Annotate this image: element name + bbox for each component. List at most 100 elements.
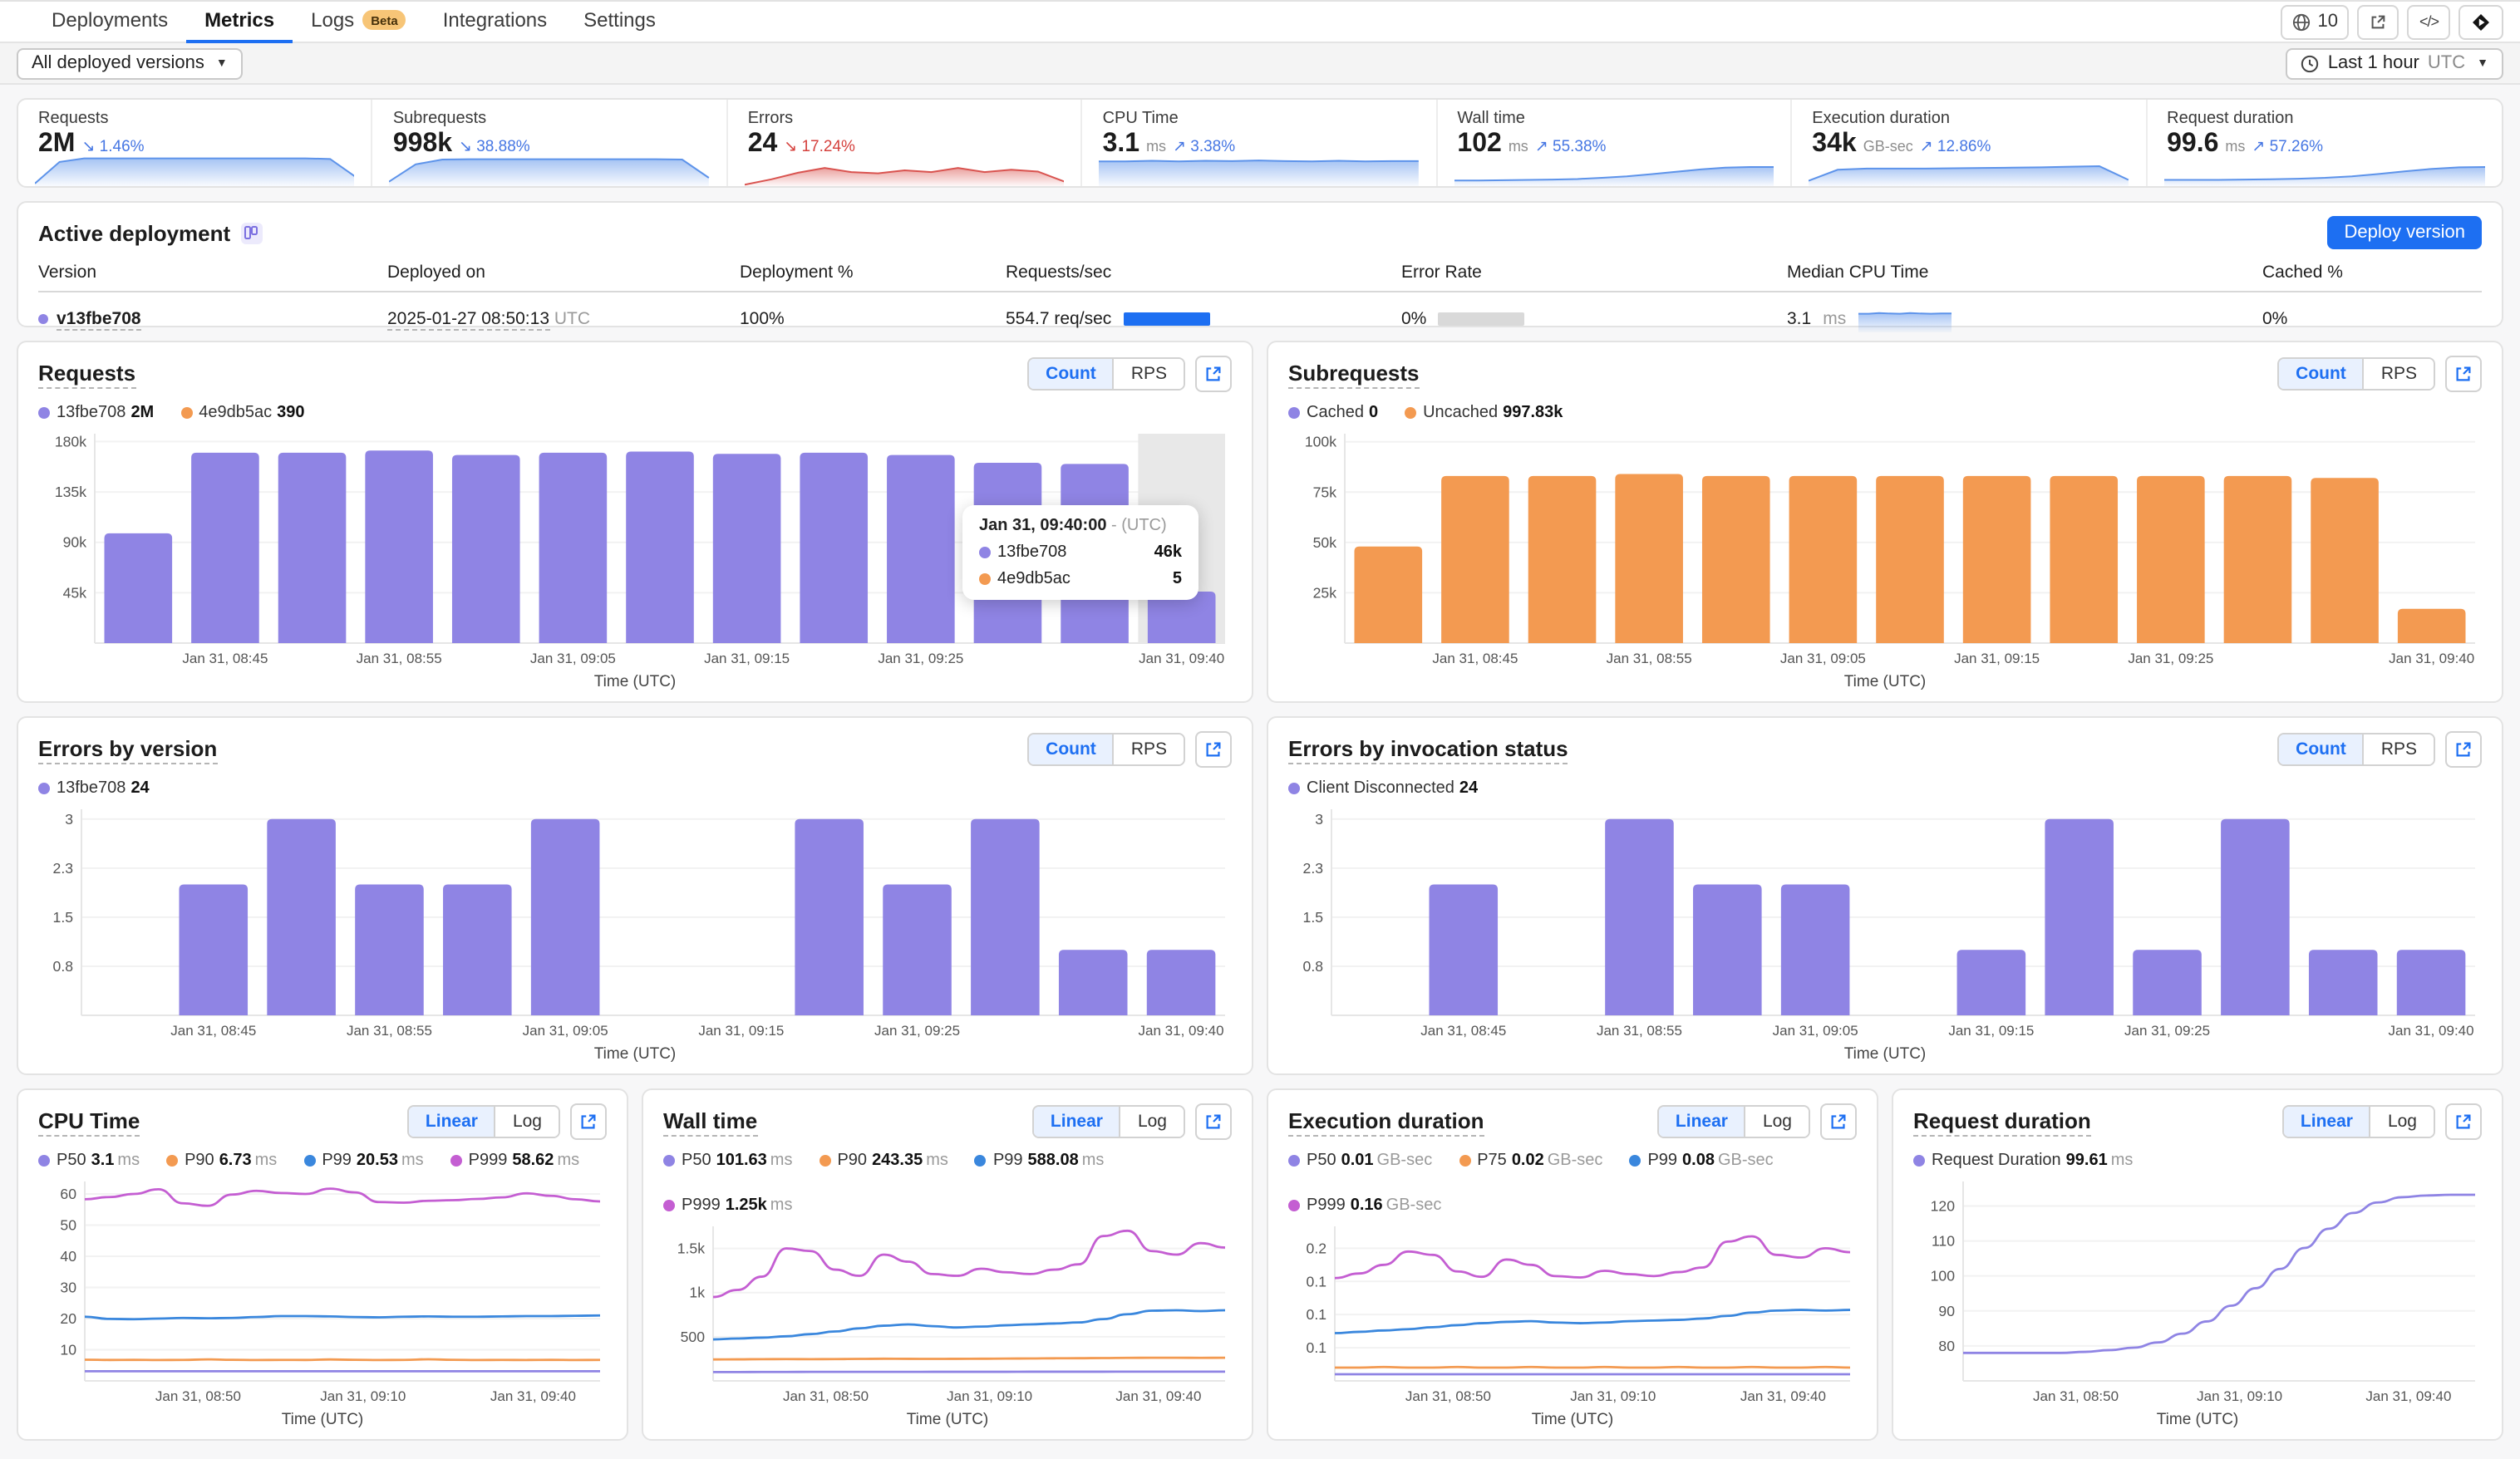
linear-log-toggle: Linear Log bbox=[1656, 1105, 1810, 1138]
expand-chart-button[interactable] bbox=[2445, 731, 2482, 768]
svg-text:Jan 31, 09:15: Jan 31, 09:15 bbox=[1948, 1023, 2034, 1039]
tooltip-series-value: 5 bbox=[1172, 570, 1182, 588]
toggle-log[interactable]: Log bbox=[1744, 1107, 1809, 1137]
tooltip-timestamp: Jan 31, 09:40:00 bbox=[979, 517, 1107, 535]
svg-text:3: 3 bbox=[65, 811, 73, 828]
toggle-linear[interactable]: Linear bbox=[1658, 1107, 1745, 1137]
median-cpu-value: 3.1 bbox=[1787, 309, 1812, 329]
tab-metrics[interactable]: Metrics bbox=[186, 0, 293, 43]
time-zone-label: UTC bbox=[2427, 53, 2466, 73]
legend-item: 13fbe708 2M bbox=[38, 404, 154, 422]
time-range-dropdown[interactable]: Last 1 hour UTC ▼ bbox=[2286, 47, 2503, 79]
svg-text:Jan 31, 08:45: Jan 31, 08:45 bbox=[1432, 651, 1518, 666]
chart-title[interactable]: Request duration bbox=[1913, 1108, 2091, 1136]
chart-plot[interactable]: 120 110 100 90 80 Jan 31, 08:50 Jan 31, 09:10 J… bbox=[1913, 1173, 2482, 1406]
chart-plot[interactable]: 60 50 40 30 20 10 Jan 31, 08:50 Jan 31, 09:10 Ja… bbox=[38, 1173, 607, 1406]
beta-badge: Beta bbox=[362, 10, 406, 30]
toggle-rps[interactable]: RPS bbox=[1112, 734, 1184, 764]
series-dot bbox=[303, 1155, 316, 1167]
chart-plot[interactable]: 1.5k 1k 500 Jan 31, 08:50 Jan 31, 09:10 Jan 3… bbox=[663, 1218, 1232, 1406]
version-link[interactable]: v13fbe708 bbox=[57, 309, 141, 331]
chart-plot[interactable]: 0.2 0.1 0.1 0.1 Jan 31, 08:50 Jan 31, 09:10 Ja… bbox=[1288, 1218, 1857, 1406]
toggle-rps[interactable]: RPS bbox=[2362, 359, 2434, 389]
toggle-log[interactable]: Log bbox=[494, 1107, 559, 1137]
stat-sparkline bbox=[1809, 153, 2129, 186]
tooltip-timezone: - (UTC) bbox=[1111, 517, 1167, 535]
expand-chart-button[interactable] bbox=[1195, 731, 1232, 768]
series-dot bbox=[38, 1155, 50, 1167]
requests-chart-card: Requests Count RPS 13fbe708 2M 4e9db5ac 390 … bbox=[17, 341, 1253, 703]
chart-title[interactable]: CPU Time bbox=[38, 1108, 140, 1136]
tab-integrations[interactable]: Integrations bbox=[425, 0, 565, 43]
series-dot bbox=[979, 547, 991, 558]
time-axis-label: Time (UTC) bbox=[593, 1045, 677, 1064]
chart-title[interactable]: Requests bbox=[38, 360, 136, 388]
deployment-info-icon[interactable] bbox=[240, 222, 263, 243]
toggle-log[interactable]: Log bbox=[1119, 1107, 1184, 1137]
svg-text:Jan 31, 08:45: Jan 31, 08:45 bbox=[182, 651, 268, 666]
tab-logs[interactable]: Logs Beta bbox=[293, 0, 425, 43]
workers-app-button[interactable] bbox=[2458, 4, 2503, 39]
chart-plot[interactable]: Jan 31, 09:40:00 - (UTC) 13fbe708 46k 4e9… bbox=[38, 425, 1232, 668]
series-dot bbox=[979, 573, 991, 585]
tab-settings[interactable]: Settings bbox=[565, 0, 674, 43]
series-dot bbox=[663, 1200, 675, 1211]
svg-text:135k: 135k bbox=[55, 484, 86, 500]
legend-item: Client Disconnected 24 bbox=[1288, 779, 1478, 798]
toggle-linear[interactable]: Linear bbox=[1033, 1107, 1120, 1137]
expand-chart-button[interactable] bbox=[1195, 1103, 1232, 1140]
globe-count: 10 bbox=[2317, 12, 2338, 32]
chart-title[interactable]: Wall time bbox=[663, 1108, 758, 1136]
svg-text:500: 500 bbox=[681, 1329, 706, 1345]
deploy-version-button[interactable]: Deploy version bbox=[2327, 216, 2482, 249]
chart-title[interactable]: Execution duration bbox=[1288, 1108, 1484, 1136]
chart-plot[interactable]: 3 2.3 1.5 0.8 Jan 31, 08:45 Jan 31, 08:55 Jan … bbox=[38, 801, 1232, 1040]
deployed-tz: UTC bbox=[554, 309, 591, 329]
chart-title[interactable]: Errors by invocation status bbox=[1288, 735, 1568, 764]
toggle-count[interactable]: Count bbox=[1029, 359, 1113, 389]
globe-count-button[interactable]: 10 bbox=[2281, 4, 2350, 39]
toggle-rps[interactable]: RPS bbox=[1112, 359, 1184, 389]
svg-text:Jan 31, 09:40: Jan 31, 09:40 bbox=[1740, 1388, 1826, 1404]
toggle-rps[interactable]: RPS bbox=[2362, 734, 2434, 764]
stat-unit: ms bbox=[1508, 138, 1528, 155]
code-button[interactable]: </> bbox=[2407, 4, 2450, 39]
deployed-on-value[interactable]: 2025-01-27 08:50:13 bbox=[387, 309, 549, 331]
toggle-count[interactable]: Count bbox=[1029, 734, 1113, 764]
toggle-linear[interactable]: Linear bbox=[408, 1107, 495, 1137]
toggle-count[interactable]: Count bbox=[2279, 734, 2363, 764]
stat-label: Execution duration bbox=[1812, 110, 1950, 128]
toggle-log[interactable]: Log bbox=[2369, 1107, 2434, 1137]
svg-text:100: 100 bbox=[1931, 1268, 1956, 1285]
main-content: Requests 2M ↘ 1.46% Subrequests 998k ↘ 38.88%… bbox=[0, 85, 2520, 1441]
chart-legend: P50 3.1 ms P90 6.73 ms P99 20.53 ms P999 58.62 ms bbox=[38, 1152, 607, 1170]
time-axis-label: Time (UTC) bbox=[1531, 1411, 1614, 1429]
svg-text:3: 3 bbox=[1315, 811, 1323, 828]
legend-item: P90 6.73 ms bbox=[166, 1152, 277, 1170]
filter-bar: All deployed versions ▼ Last 1 hour UTC … bbox=[0, 43, 2520, 85]
request-duration-chart-card: Request duration Linear Log Request Durat… bbox=[1892, 1088, 2503, 1441]
chart-legend: 13fbe708 24 bbox=[38, 779, 1232, 798]
chart-title[interactable]: Errors by version bbox=[38, 735, 218, 764]
legend-item: P90 243.35 ms bbox=[819, 1152, 948, 1170]
expand-chart-button[interactable] bbox=[2445, 356, 2482, 392]
time-axis-label: Time (UTC) bbox=[1843, 673, 1927, 691]
chart-plot[interactable]: 3 2.3 1.5 0.8 Jan 31, 08:45 Jan 31, 08:55 Jan … bbox=[1288, 801, 2482, 1040]
chart-plot[interactable]: 100k 75k 50k 25k Jan 31, 08:45 Jan 31, 08:55 J… bbox=[1288, 425, 2482, 668]
series-dot bbox=[1629, 1155, 1641, 1167]
svg-text:Jan 31, 09:05: Jan 31, 09:05 bbox=[1773, 1023, 1858, 1039]
expand-chart-button[interactable] bbox=[570, 1103, 607, 1140]
svg-text:Jan 31, 09:10: Jan 31, 09:10 bbox=[1570, 1388, 1656, 1404]
open-external-button[interactable] bbox=[2357, 4, 2399, 39]
expand-chart-button[interactable] bbox=[1820, 1103, 1857, 1140]
expand-chart-button[interactable] bbox=[2445, 1103, 2482, 1140]
versions-dropdown[interactable]: All deployed versions ▼ bbox=[17, 47, 243, 79]
toggle-linear[interactable]: Linear bbox=[2283, 1107, 2370, 1137]
chevron-down-icon: ▼ bbox=[215, 57, 228, 69]
expand-chart-button[interactable] bbox=[1195, 356, 1232, 392]
stat-cpu-time: CPU Time 3.1 ms ↗ 3.38% bbox=[1083, 100, 1438, 186]
chart-title[interactable]: Subrequests bbox=[1288, 360, 1420, 388]
top-navigation: Deployments Metrics Logs Beta Integrations Se… bbox=[0, 0, 2520, 43]
tab-deployments[interactable]: Deployments bbox=[33, 0, 186, 43]
toggle-count[interactable]: Count bbox=[2279, 359, 2363, 389]
